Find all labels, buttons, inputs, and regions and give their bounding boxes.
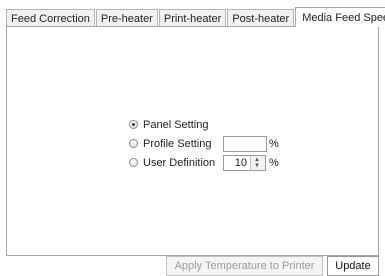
panel-setting-radio[interactable] <box>129 120 138 129</box>
user-definition-label: User Definition <box>143 157 216 169</box>
update-button[interactable]: Update <box>327 256 379 276</box>
user-definition-value: 10 <box>234 157 247 169</box>
user-definition-unit: % <box>269 157 279 169</box>
tab-media-feed-speed[interactable]: Media Feed Speed <box>295 7 385 27</box>
tab-feed-correction[interactable]: Feed Correction <box>6 9 95 27</box>
action-bar: Apply Temperature to Printer Update <box>0 256 385 276</box>
tab-print-heater[interactable]: Print-heater <box>158 9 227 27</box>
profile-setting-label: Profile Setting <box>143 138 212 150</box>
tab-pre-heater[interactable]: Pre-heater <box>95 9 158 27</box>
user-definition-stepper[interactable]: 10 ▲ ▼ <box>223 155 266 171</box>
apply-temperature-button[interactable]: Apply Temperature to Printer <box>166 256 323 276</box>
profile-setting-value-field[interactable] <box>223 136 267 152</box>
stepper-down-icon[interactable]: ▼ <box>254 163 260 169</box>
tab-bar: Feed Correction Pre-heater Print-heater … <box>6 7 385 27</box>
user-definition-radio[interactable] <box>129 158 138 167</box>
tab-panel: Panel Setting Profile Setting % User Def… <box>6 26 379 256</box>
profile-setting-radio[interactable] <box>129 139 138 148</box>
profile-setting-unit: % <box>269 138 279 150</box>
stepper-arrows[interactable]: ▲ ▼ <box>250 156 265 170</box>
panel-setting-label: Panel Setting <box>143 119 209 131</box>
tab-post-heater[interactable]: Post-heater <box>227 9 295 27</box>
